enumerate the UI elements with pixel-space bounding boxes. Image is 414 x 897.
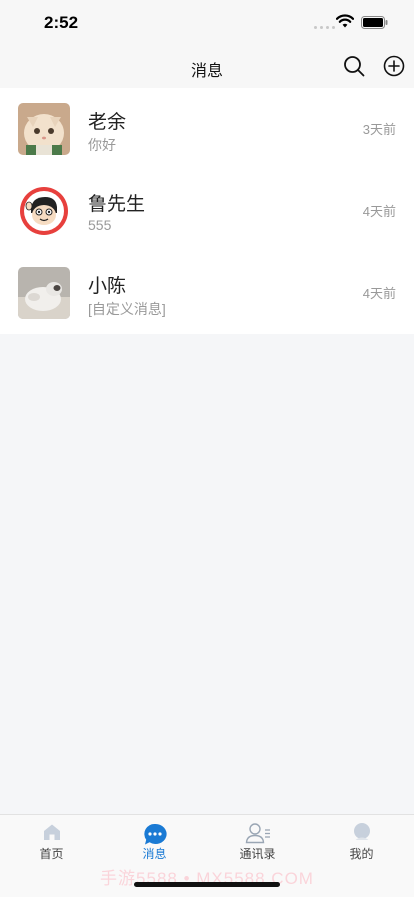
conversation-time: 3天前 xyxy=(362,122,396,137)
contacts-icon xyxy=(245,823,270,844)
conversation-preview: 你好 xyxy=(88,137,116,153)
conversation-name: 小陈 xyxy=(88,276,127,297)
wifi-icon xyxy=(336,14,354,28)
tab-messages[interactable]: 消息 xyxy=(103,815,206,867)
conversation-list: 老余 你好 3天前 鲁先生 555 4天前 小陈 [自定义消息] 4天前 xyxy=(0,88,414,334)
navigation-bar: 消息 xyxy=(0,44,414,88)
pet-photo-avatar xyxy=(18,267,70,319)
chat-bubble-icon xyxy=(143,823,167,845)
conversation-name: 鲁先生 xyxy=(88,194,146,215)
signal-icon xyxy=(314,26,335,29)
tab-profile[interactable]: 我的 xyxy=(309,815,414,867)
add-circle-icon[interactable] xyxy=(383,55,405,77)
conversation-item[interactable]: 鲁先生 555 4天前 xyxy=(0,170,414,252)
conversation-item[interactable]: 老余 你好 3天前 xyxy=(0,88,414,170)
conversation-name: 老余 xyxy=(88,112,127,133)
tab-label: 消息 xyxy=(142,847,167,861)
tab-label: 首页 xyxy=(39,847,64,861)
cat-avatar xyxy=(18,103,70,155)
conversation-time: 4天前 xyxy=(362,286,396,301)
conversation-time: 4天前 xyxy=(362,204,396,219)
home-icon xyxy=(43,824,60,840)
search-icon[interactable] xyxy=(343,55,365,77)
tab-label: 我的 xyxy=(349,847,374,861)
tab-contacts[interactable]: 通讯录 xyxy=(206,815,309,867)
tab-label: 通讯录 xyxy=(239,847,276,861)
conversation-preview: [自定义消息] xyxy=(88,301,166,317)
conversation-item[interactable]: 小陈 [自定义消息] 4天前 xyxy=(0,252,414,334)
status-bar: 2:52 xyxy=(0,0,414,44)
status-time: 2:52 xyxy=(44,13,79,32)
conversation-preview: 555 xyxy=(88,217,112,233)
battery-icon xyxy=(361,16,388,29)
cartoon-boy-avatar xyxy=(18,185,70,237)
home-indicator xyxy=(134,882,280,887)
tab-home[interactable]: 首页 xyxy=(0,815,103,867)
profile-icon xyxy=(353,823,370,840)
